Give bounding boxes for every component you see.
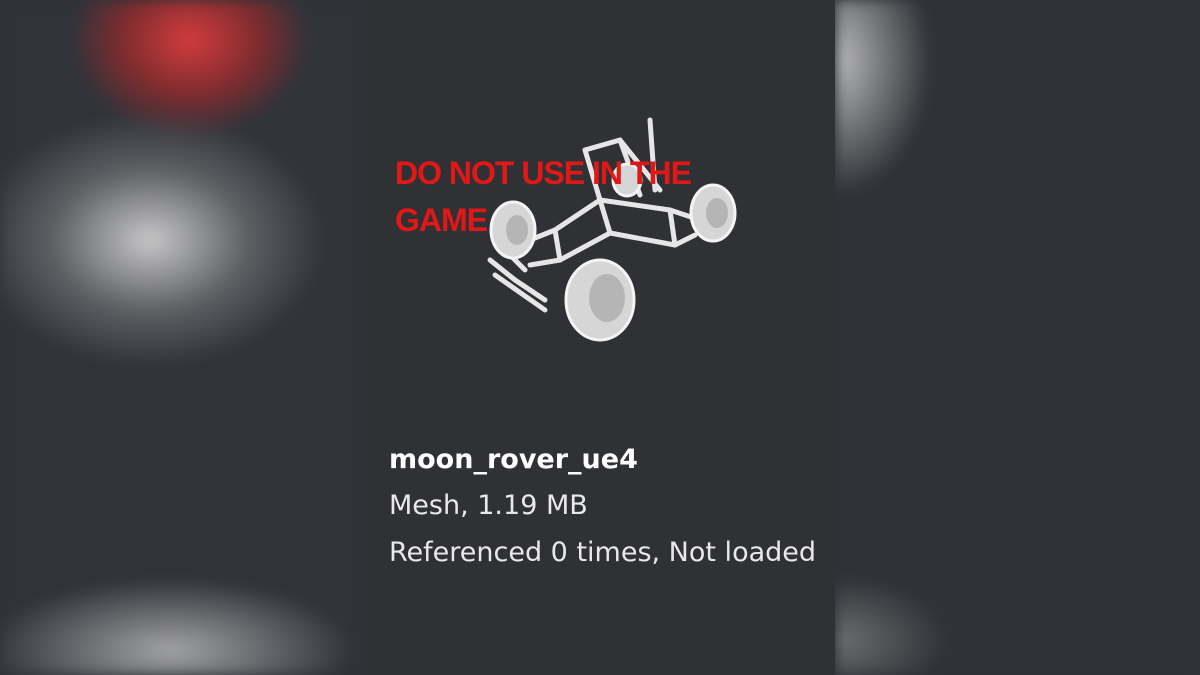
blurred-background-left — [0, 0, 365, 675]
asset-tooltip-panel: DO NOT USE IN THE GAME moon_rover_ue4 Me… — [365, 0, 835, 675]
asset-name: moon_rover_ue4 — [389, 444, 638, 475]
asset-reference-status: Referenced 0 times, Not loaded — [389, 537, 817, 568]
asset-info: moon_rover_ue4 Mesh, 1.19 MB Referenced … — [389, 438, 819, 576]
blurred-background-right — [836, 0, 1200, 675]
watermark-label: DO NOT USE IN THE GAME — [395, 155, 692, 238]
asset-type-size: Mesh, 1.19 MB — [389, 490, 588, 521]
